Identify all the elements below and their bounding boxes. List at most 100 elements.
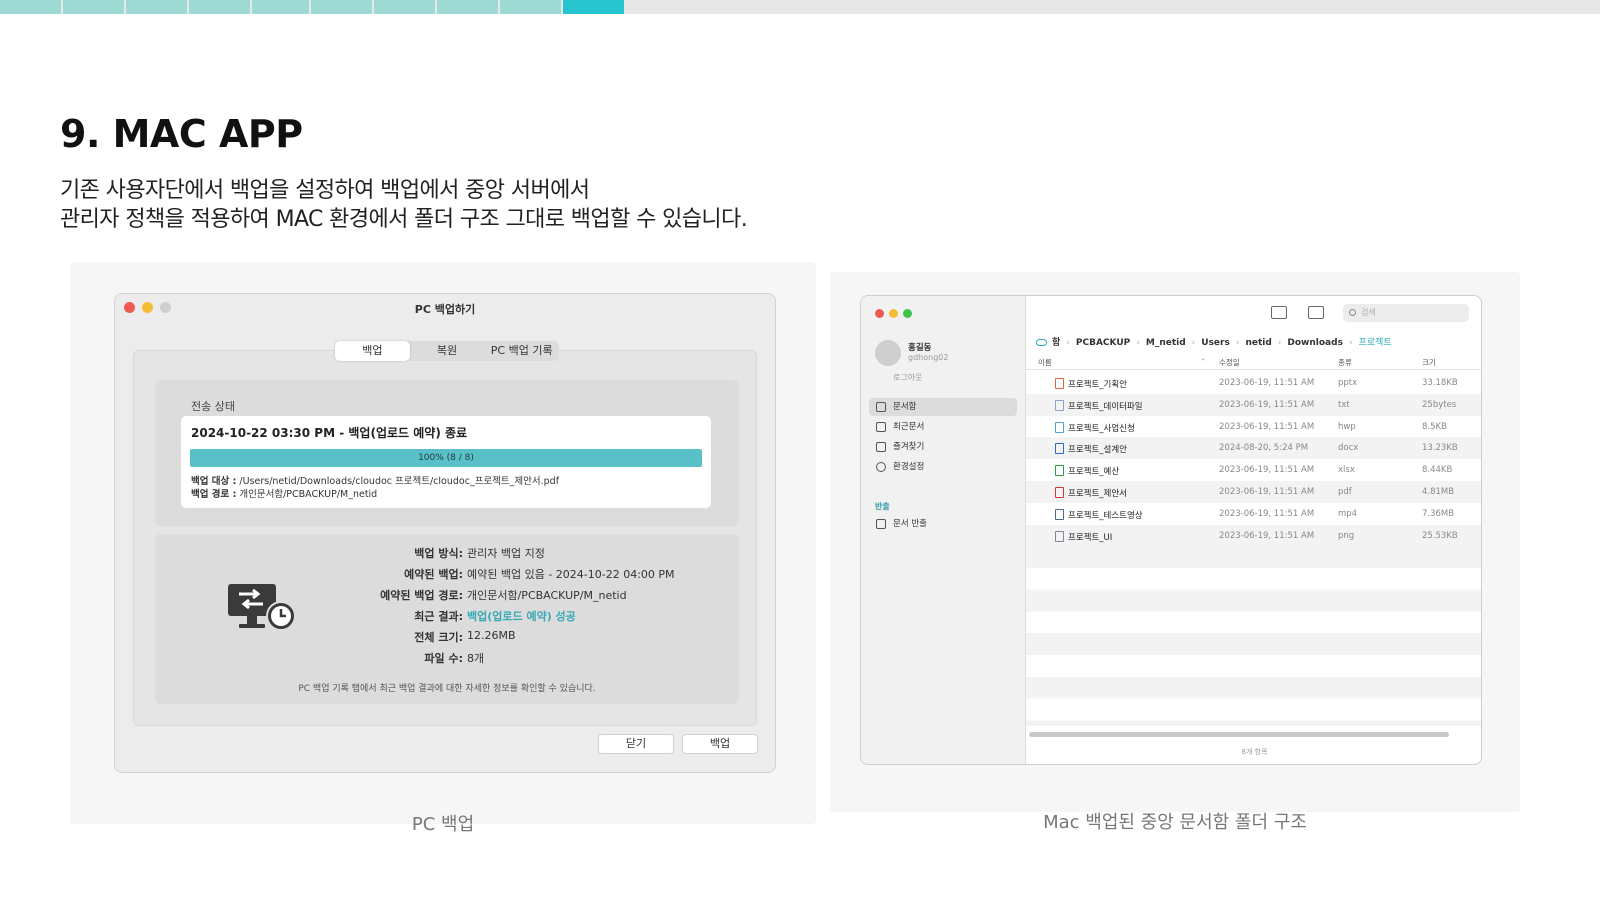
table-row[interactable]: 프로젝트_예산 2023-06-19, 11:51 AM xlsx 8.44KB — [1026, 459, 1481, 481]
tab-backup-history[interactable]: PC 백업 기록 — [484, 341, 559, 361]
table-row[interactable]: 프로젝트_UI 2023-06-19, 11:51 AM png 25.53KB — [1026, 524, 1481, 547]
file-icon — [1055, 421, 1064, 433]
breadcrumb-item[interactable]: M_netid — [1146, 338, 1186, 348]
sidebar-item-favorites[interactable]: 즐겨찾기 — [869, 438, 1017, 456]
favorites-icon — [876, 442, 886, 452]
file-kind: pptx — [1338, 378, 1358, 388]
progress-strip-segment — [126, 0, 187, 14]
file-kind: pdf — [1338, 486, 1352, 497]
file-icon — [1055, 399, 1064, 411]
backup-target-line: 백업 대상 : /Users/netid/Downloads/cloudoc 프… — [191, 473, 559, 487]
finder-window: 홍길동 gdhong02 로그아웃 문서함 최근문서 즐겨찾기 환경설정 반출 — [860, 295, 1482, 765]
column-header-size[interactable]: 크기 — [1422, 357, 1436, 368]
search-icon — [1349, 309, 1356, 316]
column-header-modified[interactable]: 수정일 — [1219, 357, 1240, 368]
search-input[interactable]: 검색 — [1343, 304, 1469, 322]
progress-strip-segment — [189, 0, 250, 14]
file-modified: 2023-06-19, 11:51 AM — [1219, 508, 1315, 519]
table-row[interactable]: 프로젝트_사업신청 2023-06-19, 11:51 AM hwp 8.5KB — [1026, 416, 1481, 438]
user-name: 홍길동 — [908, 343, 932, 353]
pc-backup-caption: PC 백업 — [411, 814, 475, 835]
backup-tabs: 백업 복원 PC 백업 기록 — [335, 341, 559, 361]
sidebar-item-label: 환경설정 — [893, 462, 925, 472]
file-icon — [1055, 443, 1064, 455]
file-list: 프로젝트_기획안 2023-06-19, 11:51 AM pptx 33.18KB 프… — [1026, 372, 1481, 547]
table-row[interactable]: 프로젝트_제안서 2023-06-19, 11:51 AM pdf 4.81MB — [1026, 480, 1481, 503]
file-size: 33.18KB — [1422, 378, 1458, 388]
file-kind: hwp — [1338, 421, 1356, 432]
recent-icon — [876, 422, 886, 432]
sort-ascending-icon: ⌃ — [1200, 357, 1207, 366]
file-size: 13.23KB — [1422, 443, 1458, 454]
sidebar-item-recent[interactable]: 최근문서 — [869, 418, 1017, 436]
info-value: 개인문서함/PCBACKUP/M_netid — [467, 589, 627, 602]
breadcrumb-item[interactable]: 함 — [1052, 338, 1060, 348]
file-size: 25bytes — [1422, 399, 1457, 410]
sidebar-item-label: 문서 반출 — [893, 519, 927, 529]
gear-icon — [876, 462, 886, 472]
info-value: 백업(업로드 예약) 성공 — [467, 610, 576, 623]
progress-strip-segment — [252, 0, 309, 14]
column-header-kind[interactable]: 종류 — [1338, 357, 1352, 368]
file-icon — [1055, 486, 1064, 498]
breadcrumb-item[interactable]: Users — [1201, 338, 1230, 348]
file-icon — [1055, 508, 1064, 520]
file-modified: 2023-06-19, 11:51 AM — [1219, 486, 1315, 497]
backup-path-label: 백업 경로 : — [191, 489, 237, 500]
file-icon — [1055, 530, 1064, 542]
file-modified: 2023-06-19, 11:51 AM — [1219, 530, 1315, 541]
progress-strip-segment — [437, 0, 498, 14]
empty-rows — [1026, 546, 1481, 726]
file-size: 8.44KB — [1422, 465, 1453, 476]
file-kind: xlsx — [1338, 465, 1355, 476]
file-name: 프로젝트_테스트영상 — [1068, 510, 1143, 521]
file-name: 프로젝트_제안서 — [1068, 488, 1127, 499]
zoom-window-button[interactable] — [903, 309, 912, 318]
table-row[interactable]: 프로젝트_기획안 2023-06-19, 11:51 AM pptx 33.18KB — [1026, 372, 1481, 394]
sidebar-item-documents[interactable]: 문서함 — [869, 398, 1017, 416]
sidebar-item-label: 문서함 — [893, 402, 917, 412]
table-row[interactable]: 프로젝트_설계안 2024-08-20, 5:24 PM docx 13.23KB — [1026, 437, 1481, 460]
file-size: 8.5KB — [1422, 421, 1447, 432]
progress-strip — [0, 0, 1600, 14]
file-size: 25.53KB — [1422, 530, 1458, 541]
file-modified: 2023-06-19, 11:51 AM — [1219, 421, 1315, 432]
file-name: 프로젝트_설계안 — [1068, 445, 1127, 456]
close-window-button[interactable] — [875, 309, 884, 318]
info-key: 파일 수: — [424, 652, 463, 665]
backup-button[interactable]: 백업 — [682, 734, 758, 754]
avatar[interactable] — [875, 340, 901, 366]
file-name: 프로젝트_UI — [1068, 532, 1113, 543]
progress-strip-segment — [500, 0, 561, 14]
progress-strip-segment — [374, 0, 435, 14]
file-name: 프로젝트_사업신청 — [1068, 423, 1135, 434]
file-name: 프로젝트_예산 — [1068, 467, 1120, 478]
table-row[interactable]: 프로젝트_테스트영상 2023-06-19, 11:51 AM mp4 7.36MB — [1026, 503, 1481, 525]
tab-backup[interactable]: 백업 — [335, 341, 410, 361]
info-value: 12.26MB — [467, 629, 516, 642]
info-key: 최근 결과: — [414, 610, 463, 623]
sidebar-item-settings[interactable]: 환경설정 — [869, 458, 1017, 476]
info-value: 8개 — [467, 652, 485, 665]
slide-title: 9. MAC APP — [60, 112, 303, 156]
table-row[interactable]: 프로젝트_데이터파일 2023-06-19, 11:51 AM txt 25bytes — [1026, 393, 1481, 416]
info-note: PC 백업 기록 탭에서 최근 백업 결과에 대한 자세한 정보를 확인할 수 … — [298, 684, 596, 694]
breadcrumb-item[interactable]: Downloads — [1287, 338, 1343, 348]
mac-backup-caption: Mac 백업된 중앙 문서함 폴더 구조 — [1043, 812, 1307, 833]
info-key: 예약된 백업: — [404, 568, 463, 581]
breadcrumb-item[interactable]: netid — [1245, 338, 1271, 348]
logout-link[interactable]: 로그아웃 — [893, 372, 922, 383]
sidebar-toggle-icon[interactable] — [1308, 306, 1324, 319]
tab-restore[interactable]: 복원 — [410, 341, 485, 361]
breadcrumb-item[interactable]: PCBACKUP — [1076, 338, 1130, 348]
horizontal-scrollbar[interactable] — [1029, 732, 1449, 737]
sidebar-item-export[interactable]: 문서 반출 — [869, 515, 1017, 533]
column-header-name[interactable]: 이름 — [1038, 357, 1052, 368]
new-folder-icon[interactable] — [1271, 306, 1287, 319]
minimize-window-button[interactable] — [889, 309, 898, 318]
close-button[interactable]: 닫기 — [598, 734, 674, 754]
info-key: 전체 크기: — [414, 631, 463, 644]
finder-sidebar: 홍길동 gdhong02 로그아웃 문서함 최근문서 즐겨찾기 환경설정 반출 — [861, 296, 1026, 764]
status-heading: 2024-10-22 03:30 PM - 백업(업로드 예약) 종료 — [191, 426, 468, 440]
item-count: 8개 항목 — [1241, 748, 1268, 756]
